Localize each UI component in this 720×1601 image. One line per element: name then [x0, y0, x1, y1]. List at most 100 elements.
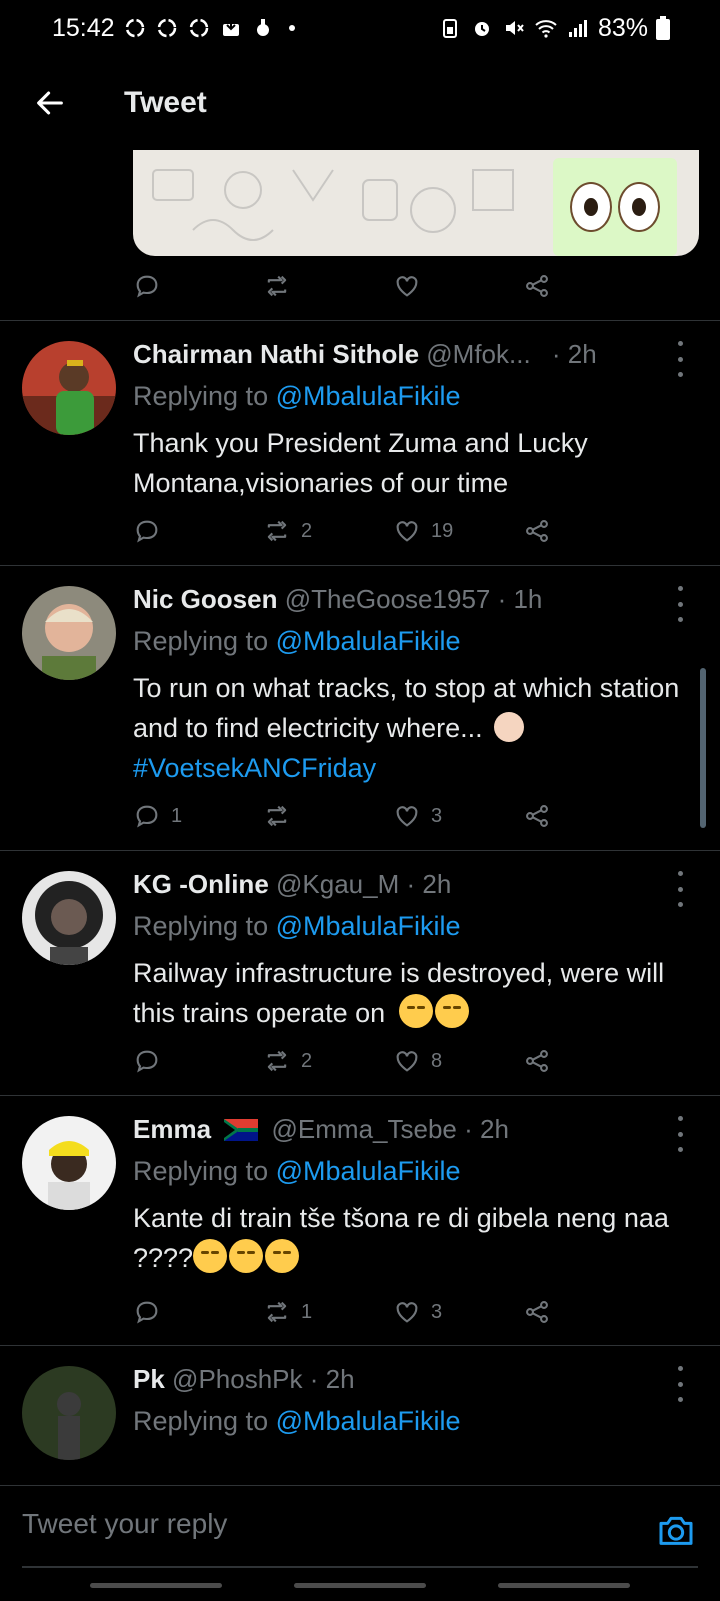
retweet-icon — [267, 1050, 287, 1072]
tweet-text: Thank you President Zuma and Lucky Monta… — [133, 428, 588, 498]
battery-icon — [656, 16, 670, 40]
mention-link[interactable]: @MbalulaFikile — [276, 1156, 461, 1186]
avatar[interactable] — [22, 1366, 116, 1460]
share-icon — [526, 275, 548, 297]
user-handle[interactable]: @Kgau_M — [276, 869, 399, 899]
more-options-button[interactable] — [668, 586, 692, 622]
replying-to: Replying to @MbalulaFikile — [133, 381, 461, 412]
share-button[interactable] — [523, 272, 653, 300]
smirk-emoji — [193, 1239, 228, 1273]
more-options-button[interactable] — [668, 1366, 692, 1402]
retweet-button[interactable] — [263, 272, 393, 300]
south-africa-flag-icon — [224, 1119, 259, 1141]
composer-underline — [22, 1566, 698, 1568]
page-title: Tweet — [124, 86, 207, 119]
heart-icon — [396, 276, 418, 297]
avatar[interactable] — [22, 586, 116, 680]
more-options-button[interactable] — [668, 1116, 692, 1152]
user-handle[interactable]: @Emma_Tsebe — [272, 1114, 457, 1144]
retweet-count: 2 — [301, 1049, 313, 1072]
avatar[interactable] — [22, 1116, 116, 1210]
nav-back-button[interactable] — [498, 1583, 630, 1588]
tweet-media-image[interactable] — [133, 150, 699, 256]
download-icon — [222, 19, 239, 36]
heart-icon — [396, 521, 418, 542]
retweet-button[interactable]: 1 — [263, 1298, 393, 1326]
status-bar: 15:42 83% — [0, 0, 720, 56]
mention-link[interactable]: @MbalulaFikile — [276, 381, 461, 411]
display-name[interactable]: Nic Goosen — [133, 584, 277, 614]
user-handle[interactable]: @PhoshPk — [172, 1364, 302, 1394]
avatar[interactable] — [22, 341, 116, 435]
reply-tweet[interactable]: Pk @PhoshPk · 2h Replying to @MbalulaFik… — [0, 1346, 720, 1485]
retweet-button[interactable]: 2 — [263, 1047, 393, 1075]
replying-to-label: Replying to — [133, 626, 276, 656]
more-options-button[interactable] — [668, 341, 692, 377]
tweet-actions: 2 8 — [133, 1041, 653, 1081]
avatar[interactable] — [22, 871, 116, 965]
like-button[interactable]: 8 — [393, 1047, 523, 1075]
tweet-text-content: To run on what tracks, to stop at which … — [133, 673, 680, 743]
display-name[interactable]: KG -Online — [133, 869, 269, 899]
camera-icon[interactable] — [656, 1510, 696, 1550]
reply-button[interactable] — [133, 1298, 263, 1326]
heart-icon — [396, 1302, 418, 1323]
tweet-time: · 2h — [464, 1114, 509, 1144]
reply-button[interactable] — [133, 1047, 263, 1075]
eyes-sticker — [553, 158, 677, 256]
share-button[interactable] — [523, 517, 653, 545]
like-count: 19 — [431, 519, 454, 542]
reply-tweet[interactable]: Chairman Nathi Sithole @Mfok... · 2h Rep… — [0, 321, 720, 565]
tweet-time: · 1h — [497, 584, 543, 614]
eye-icon — [570, 182, 612, 232]
scrollbar[interactable] — [700, 668, 706, 828]
retweet-button[interactable] — [263, 802, 393, 830]
mention-link[interactable]: @MbalulaFikile — [276, 1406, 461, 1436]
mention-link[interactable]: @MbalulaFikile — [276, 911, 461, 941]
reply-button[interactable]: 1 — [133, 802, 263, 830]
display-name[interactable]: Pk — [133, 1364, 165, 1394]
reply-tweet[interactable]: KG -Online @Kgau_M · 2h Replying to @Mba… — [0, 851, 720, 1095]
share-button[interactable] — [523, 1298, 653, 1326]
reply-tweet[interactable]: Emma @Emma_Tsebe · 2h Replying to @Mbalu… — [0, 1096, 720, 1346]
tweet-actions: 1 3 — [133, 796, 653, 836]
nav-home-button[interactable] — [294, 1583, 426, 1588]
share-button[interactable] — [523, 802, 653, 830]
tweet-header: Emma @Emma_Tsebe · 2h — [133, 1114, 663, 1145]
tweet-time: · 2h — [406, 869, 452, 899]
display-name[interactable]: Emma — [133, 1114, 211, 1144]
user-handle[interactable]: @TheGoose1957 — [285, 584, 491, 614]
reply-button[interactable] — [133, 517, 263, 545]
hashtag-link[interactable]: #VoetsekANCFriday — [133, 753, 376, 783]
like-button[interactable]: 19 — [393, 517, 523, 545]
tweet-header: KG -Online @Kgau_M · 2h — [133, 869, 663, 900]
system-nav-bar — [90, 1583, 630, 1589]
like-button[interactable]: 3 — [393, 1298, 523, 1326]
thinking-emoji — [398, 994, 433, 1028]
nav-recents-button[interactable] — [90, 1583, 222, 1588]
reply-input[interactable]: Tweet your reply — [22, 1508, 227, 1540]
like-count: 3 — [431, 804, 443, 827]
signal-icon — [568, 20, 587, 37]
share-button[interactable] — [523, 1047, 653, 1075]
more-options-button[interactable] — [668, 871, 692, 907]
mention-link[interactable]: @MbalulaFikile — [276, 626, 461, 656]
user-handle[interactable]: @Mfok... — [426, 339, 530, 369]
like-count: 8 — [431, 1049, 443, 1072]
alarm-icon — [474, 22, 489, 36]
top-app-bar: Tweet — [0, 56, 720, 150]
retweet-icon — [267, 1301, 287, 1323]
display-name[interactable]: Chairman Nathi Sithole — [133, 339, 419, 369]
eye-icon — [618, 182, 660, 232]
reply-tweet[interactable]: Nic Goosen @TheGoose1957 · 1h Replying t… — [0, 566, 720, 850]
tweet-feed[interactable]: Chairman Nathi Sithole @Mfok... · 2h Rep… — [0, 150, 720, 1485]
back-button[interactable] — [0, 56, 100, 150]
like-button[interactable] — [393, 272, 523, 300]
tweet-actions: 1 3 — [133, 1292, 653, 1332]
tweet-header: Nic Goosen @TheGoose1957 · 1h — [133, 584, 663, 615]
like-button[interactable]: 3 — [393, 802, 523, 830]
comment-icon — [136, 275, 158, 298]
heart-icon — [396, 1051, 418, 1072]
reply-button[interactable] — [133, 272, 263, 300]
retweet-button[interactable]: 2 — [263, 517, 393, 545]
